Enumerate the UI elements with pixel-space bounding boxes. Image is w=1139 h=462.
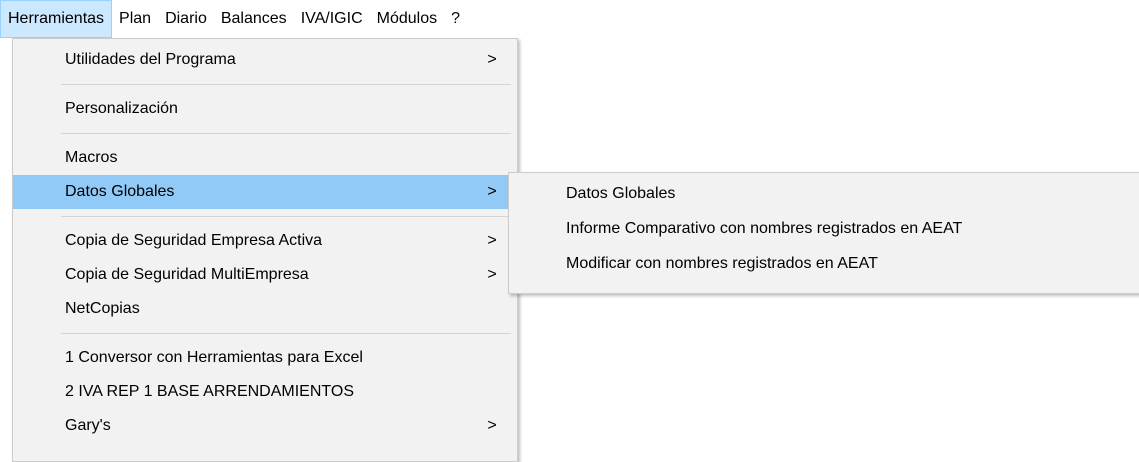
menu-item-label: 2 IVA REP 1 BASE ARRENDAMIENTOS (65, 383, 354, 400)
menu-item-macros[interactable]: Macros (13, 141, 517, 175)
menu-iva-igic[interactable]: IVA/IGIC (294, 0, 370, 38)
menu-modulos[interactable]: Módulos (370, 0, 444, 38)
menu-item-label: Utilidades del Programa (65, 51, 236, 68)
submenu-item-informe-comparativo[interactable]: Informe Comparativo con nombres registra… (509, 211, 1139, 246)
menu-item-garys[interactable]: Gary's > (13, 409, 517, 443)
menu-separator (61, 216, 511, 217)
menu-item-personalizacion[interactable]: Personalización (13, 92, 517, 126)
menu-balances[interactable]: Balances (214, 0, 294, 38)
menu-item-label: NetCopias (65, 300, 140, 317)
menu-item-conversor-excel[interactable]: 1 Conversor con Herramientas para Excel (13, 341, 517, 375)
datos-globales-submenu: Datos Globales Informe Comparativo con n… (508, 172, 1139, 294)
herramientas-dropdown: Utilidades del Programa > Personalizació… (12, 38, 518, 462)
submenu-arrow-icon: > (487, 183, 497, 200)
menu-item-netcopias[interactable]: NetCopias (13, 292, 517, 326)
menu-item-copia-empresa-activa[interactable]: Copia de Seguridad Empresa Activa > (13, 224, 517, 258)
menu-item-label: Personalización (65, 100, 178, 117)
submenu-item-datos-globales[interactable]: Datos Globales (509, 176, 1139, 211)
menu-item-iva-rep[interactable]: 2 IVA REP 1 BASE ARRENDAMIENTOS (13, 375, 517, 409)
menu-bar: Herramientas Plan Diario Balances IVA/IG… (0, 0, 1139, 38)
menu-item-datos-globales[interactable]: Datos Globales > (13, 175, 517, 209)
menu-help[interactable]: ? (444, 0, 467, 38)
submenu-item-modificar-nombres[interactable]: Modificar con nombres registrados en AEA… (509, 246, 1139, 281)
submenu-arrow-icon: > (487, 51, 497, 68)
menu-item-label: Macros (65, 149, 118, 166)
submenu-arrow-icon: > (487, 266, 497, 283)
menu-herramientas[interactable]: Herramientas (0, 0, 113, 38)
menu-diario[interactable]: Diario (158, 0, 214, 38)
menu-item-label: Datos Globales (65, 183, 175, 200)
menu-item-utilidades[interactable]: Utilidades del Programa > (13, 43, 517, 77)
menu-item-copia-multiempresa[interactable]: Copia de Seguridad MultiEmpresa > (13, 258, 517, 292)
menu-item-label: 1 Conversor con Herramientas para Excel (65, 349, 363, 366)
menu-item-label: Copia de Seguridad Empresa Activa (65, 232, 323, 249)
menu-separator (61, 133, 511, 134)
submenu-arrow-icon: > (487, 417, 497, 434)
submenu-arrow-icon: > (487, 232, 497, 249)
menu-plan[interactable]: Plan (112, 0, 158, 38)
menu-separator (61, 84, 511, 85)
menu-separator (61, 333, 511, 334)
menu-item-label: Informe Comparativo con nombres registra… (566, 220, 963, 237)
menu-item-label: Modificar con nombres registrados en AEA… (566, 255, 878, 272)
menu-item-label: Gary's (65, 417, 111, 434)
menu-item-label: Datos Globales (566, 185, 676, 202)
menu-item-label: Copia de Seguridad MultiEmpresa (65, 266, 309, 283)
